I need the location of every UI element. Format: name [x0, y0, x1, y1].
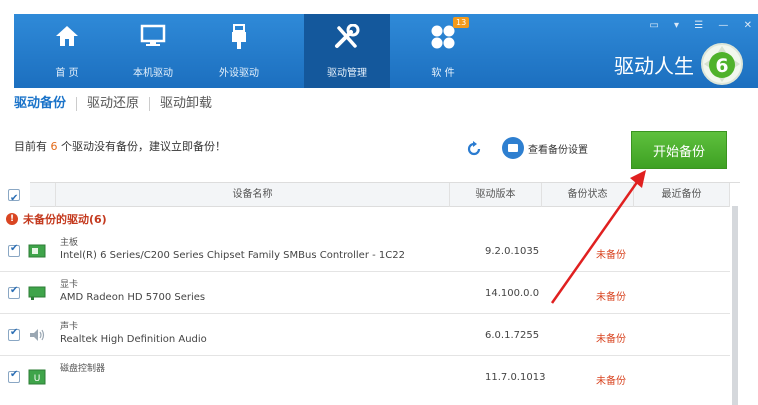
device-name: Intel(R) 6 Series/C200 Series Chipset Fa…: [60, 250, 405, 261]
backup-status: 未备份: [596, 250, 626, 261]
minimize-icon[interactable]: —: [718, 20, 734, 31]
device-name: Realtek High Definition Audio: [60, 334, 207, 345]
header-select-all-cell: [8, 183, 56, 211]
device-type: 主板: [60, 238, 79, 248]
row-checkbox[interactable]: [8, 285, 20, 299]
select-all-checkbox[interactable]: [8, 187, 20, 211]
alert-icon: !: [6, 213, 18, 225]
tab-driver-restore[interactable]: 驱动还原: [76, 97, 149, 111]
table-row[interactable]: U 磁盘控制器 11.7.0.1013 未备份: [0, 357, 730, 398]
view-backup-settings-button[interactable]: 查看备份设置: [502, 137, 588, 159]
row-checkbox[interactable]: [8, 327, 20, 341]
window-controls: ▭ ▾ ☰ — ✕: [649, 20, 758, 31]
nav-peripheral-drivers-label: 外设驱动: [219, 68, 259, 79]
start-backup-button[interactable]: 开始备份: [631, 131, 727, 169]
header-last-backup[interactable]: 最近备份: [634, 183, 730, 207]
disk-controller-icon: U: [28, 369, 46, 385]
unbacked-group-label: 未备份的驱动(6): [23, 213, 107, 226]
backup-status: 未备份: [596, 376, 626, 387]
driver-version: 11.7.0.1013: [485, 372, 546, 383]
skin-icon[interactable]: ▭: [649, 20, 664, 31]
driver-table: 设备名称 驱动版本 备份状态 最近备份 ! 未备份的驱动(6) 主板 Intel…: [0, 182, 740, 405]
table-row[interactable]: 声卡 Realtek High Definition Audio 6.0.1.7…: [0, 315, 730, 356]
speaker-icon: [30, 329, 45, 341]
home-icon: [56, 26, 78, 46]
driver-version: 14.100.0.0: [485, 288, 540, 299]
close-icon[interactable]: ✕: [744, 20, 758, 31]
table-scrollbar[interactable]: [732, 206, 738, 405]
refresh-icon[interactable]: [466, 141, 482, 157]
svg-text:U: U: [34, 374, 41, 384]
brand-title: 驱动人生: [614, 54, 694, 78]
monitor-icon: [140, 24, 166, 46]
view-backup-settings-label: 查看备份设置: [528, 144, 588, 156]
backup-settings-icon: [502, 137, 524, 159]
apps-icon: [431, 25, 455, 49]
nav-home-label: 首 页: [55, 68, 79, 79]
motherboard-icon: [28, 244, 46, 258]
menu-icon[interactable]: ☰: [694, 20, 709, 31]
unbacked-group-title[interactable]: ! 未备份的驱动(6): [6, 209, 107, 229]
tab-driver-backup[interactable]: 驱动备份: [14, 97, 76, 111]
notice-suffix: 个驱动没有备份，建议立即备份！: [61, 140, 226, 153]
nav-driver-management-label: 驱动管理: [327, 68, 367, 79]
row-checkbox[interactable]: [8, 369, 20, 383]
top-navigation-bar: 首 页 本机驱动 外设驱动 驱动管理 13 软 件 ▭ ▾ ☰ — ✕ 驱动人生…: [14, 14, 758, 88]
svg-text:6: 6: [715, 55, 728, 77]
device-type: 磁盘控制器: [60, 364, 106, 374]
backup-status: 未备份: [596, 334, 626, 345]
backup-notice: 目前有 6 个驱动没有备份，建议立即备份！: [14, 138, 226, 154]
row-checkbox[interactable]: [8, 243, 20, 257]
nav-home[interactable]: 首 页: [24, 14, 110, 88]
header-backup-status[interactable]: 备份状态: [542, 183, 634, 207]
table-row[interactable]: 显卡 AMD Radeon HD 5700 Series 14.100.0.0 …: [0, 273, 730, 314]
sub-tabs: 驱动备份 驱动还原 驱动卸载: [14, 90, 222, 118]
menu-arrow-icon[interactable]: ▾: [674, 20, 685, 31]
device-type: 显卡: [60, 280, 79, 290]
backup-status: 未备份: [596, 292, 626, 303]
driver-version: 9.2.0.1035: [485, 246, 540, 257]
device-type: 声卡: [60, 322, 79, 332]
device-name: AMD Radeon HD 5700 Series: [60, 292, 206, 303]
nav-driver-management[interactable]: 驱动管理: [304, 14, 390, 88]
driver-version: 6.0.1.7255: [485, 330, 540, 341]
software-update-badge: 13: [453, 17, 470, 28]
nav-local-drivers-label: 本机驱动: [133, 68, 173, 79]
header-device-name[interactable]: 设备名称: [56, 183, 450, 207]
notice-prefix: 目前有: [14, 140, 47, 153]
usb-plug-icon: [232, 24, 246, 49]
notice-count: 6: [50, 140, 58, 153]
nav-local-drivers[interactable]: 本机驱动: [110, 14, 196, 88]
nav-software-label: 软 件: [431, 68, 455, 79]
nav-peripheral-drivers[interactable]: 外设驱动: [196, 14, 282, 88]
brand-logo-icon: 6: [701, 43, 743, 85]
table-header: 设备名称 驱动版本 备份状态 最近备份: [8, 183, 730, 211]
display-card-icon: [28, 286, 46, 300]
table-row[interactable]: 主板 Intel(R) 6 Series/C200 Series Chipset…: [0, 231, 730, 272]
tab-driver-uninstall[interactable]: 驱动卸载: [149, 97, 222, 111]
header-driver-version[interactable]: 驱动版本: [450, 183, 542, 207]
nav-software[interactable]: 13 软 件: [400, 14, 486, 88]
tools-icon: [335, 24, 360, 48]
